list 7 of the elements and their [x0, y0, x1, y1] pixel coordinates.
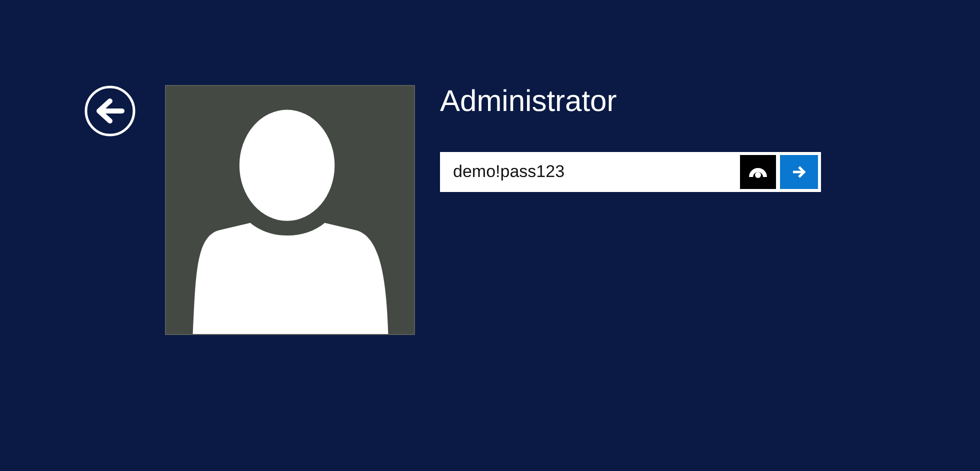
password-field[interactable]: demo!pass123	[440, 152, 737, 192]
submit-button[interactable]	[779, 152, 821, 192]
arrow-right-icon	[792, 166, 806, 178]
back-button[interactable]	[84, 85, 136, 137]
reveal-password-button[interactable]	[737, 152, 779, 192]
eye-icon	[748, 166, 768, 178]
user-name: Administrator	[440, 86, 618, 118]
